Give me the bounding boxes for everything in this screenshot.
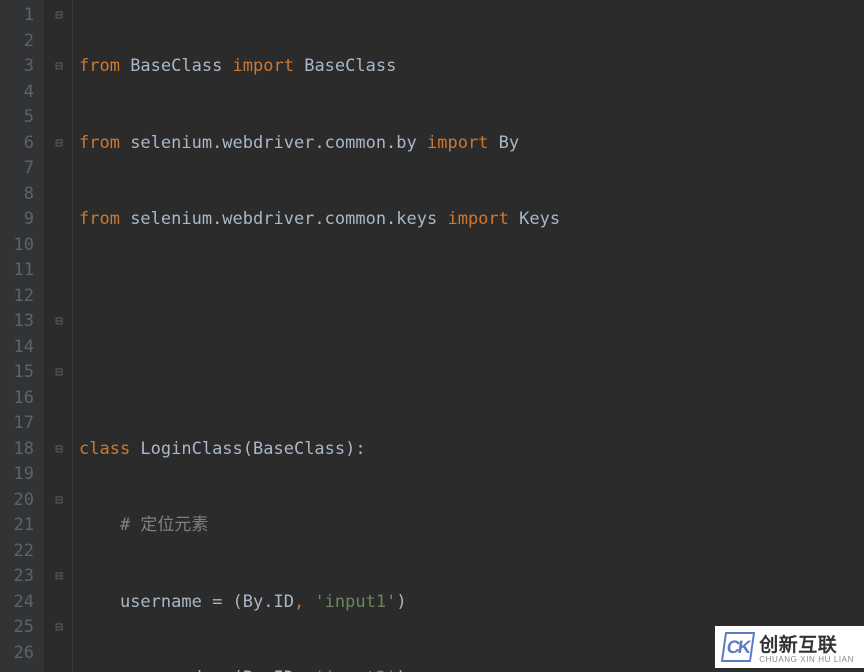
code-line[interactable]: username = (By.ID, 'input1') [79, 590, 864, 616]
line-number: 5 [6, 105, 34, 131]
code-line[interactable]: from BaseClass import BaseClass [79, 54, 864, 80]
line-number: 7 [6, 156, 34, 182]
line-number: 14 [6, 335, 34, 361]
watermark-logo-icon: CK [721, 632, 755, 662]
line-number: 19 [6, 462, 34, 488]
line-number: 13 [6, 309, 34, 335]
line-number: 21 [6, 513, 34, 539]
line-number: 17 [6, 411, 34, 437]
fold-toggle-icon[interactable]: ⊟ [52, 437, 66, 463]
watermark-main-text: 创新互联 [759, 635, 837, 656]
line-number: 15 [6, 360, 34, 386]
line-number: 25 [6, 615, 34, 641]
code-line[interactable]: from selenium.webdriver.common.keys impo… [79, 207, 864, 233]
line-number: 3 [6, 54, 34, 80]
fold-toggle-icon[interactable]: ⊟ [52, 564, 66, 590]
fold-toggle-icon[interactable]: ⊟ [52, 360, 66, 386]
line-number: 4 [6, 80, 34, 106]
line-number: 11 [6, 258, 34, 284]
line-number: 9 [6, 207, 34, 233]
fold-column: ⊟ ⊟ ⊟ ⊟ ⊟ ⊟ ⊟ ⊟ ⊟ [44, 0, 73, 672]
line-number: 26 [6, 641, 34, 667]
line-number: 20 [6, 488, 34, 514]
code-line[interactable] [79, 360, 864, 386]
watermark-badge: CK 创新互联 CHUANG XIN HU LIAN [715, 626, 864, 668]
line-number: 22 [6, 539, 34, 565]
line-number: 6 [6, 131, 34, 157]
line-number-gutter: 1234567891011121314151617181920212223242… [0, 0, 44, 672]
line-number: 16 [6, 386, 34, 412]
line-number: 23 [6, 564, 34, 590]
fold-toggle-icon[interactable]: ⊟ [52, 309, 66, 335]
line-number: 12 [6, 284, 34, 310]
line-number: 10 [6, 233, 34, 259]
fold-toggle-icon[interactable]: ⊟ [52, 54, 66, 80]
code-line[interactable] [79, 284, 864, 310]
code-area[interactable]: from BaseClass import BaseClass from sel… [73, 0, 864, 672]
code-line[interactable]: from selenium.webdriver.common.by import… [79, 131, 864, 157]
fold-toggle-icon[interactable]: ⊟ [52, 488, 66, 514]
code-editor[interactable]: 1234567891011121314151617181920212223242… [0, 0, 864, 672]
line-number: 18 [6, 437, 34, 463]
code-line[interactable]: class LoginClass(BaseClass): [79, 437, 864, 463]
fold-toggle-icon[interactable]: ⊟ [52, 131, 66, 157]
code-line[interactable]: # 定位元素 [79, 513, 864, 539]
line-number: 24 [6, 590, 34, 616]
fold-toggle-icon[interactable]: ⊟ [52, 3, 66, 29]
line-number: 2 [6, 29, 34, 55]
watermark-sub-text: CHUANG XIN HU LIAN [759, 655, 854, 664]
fold-toggle-icon[interactable]: ⊟ [52, 615, 66, 641]
line-number: 8 [6, 182, 34, 208]
line-number: 1 [6, 3, 34, 29]
